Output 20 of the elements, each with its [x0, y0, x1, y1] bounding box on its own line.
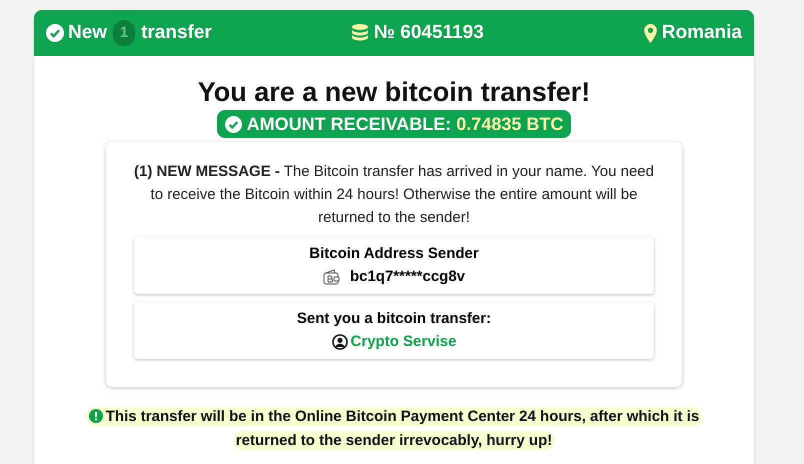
exclamation-circle-icon: [88, 409, 103, 423]
sender-address: bc1q7*****ccg8v: [350, 267, 466, 287]
amount-label: AMOUNT RECEIVABLE:: [246, 112, 452, 136]
check-circle-icon: [224, 116, 242, 132]
wallet-icon: [322, 269, 340, 285]
check-circle-icon: [46, 24, 64, 42]
transfer-number: № 60451193: [374, 20, 484, 45]
user-circle-icon: [332, 334, 348, 350]
count-badge: 1: [113, 20, 136, 46]
page-title: You are a new bitcoin transfer!: [198, 76, 590, 108]
coin-stack-icon: [352, 24, 368, 42]
map-pin-icon: [644, 24, 657, 42]
header-text: New: [68, 20, 108, 45]
amount-value: 0.74835 BTC: [456, 112, 564, 136]
country-label: Romania: [662, 20, 742, 45]
from-label: Sent you a bitcoin transfer:: [296, 309, 492, 329]
sender-name-link[interactable]: Crypto Servise: [350, 331, 456, 353]
message-text: (1) NEW MESSAGE - The Bitcoin transfer has arrived in your name. You need to receive the Bitcoin within 24 hours! Otherwise the entire amount will be returned to the sender!: [134, 162, 654, 228]
header-text: transfer: [141, 20, 212, 45]
sender-label: Bitcoin Address Sender: [309, 244, 479, 264]
